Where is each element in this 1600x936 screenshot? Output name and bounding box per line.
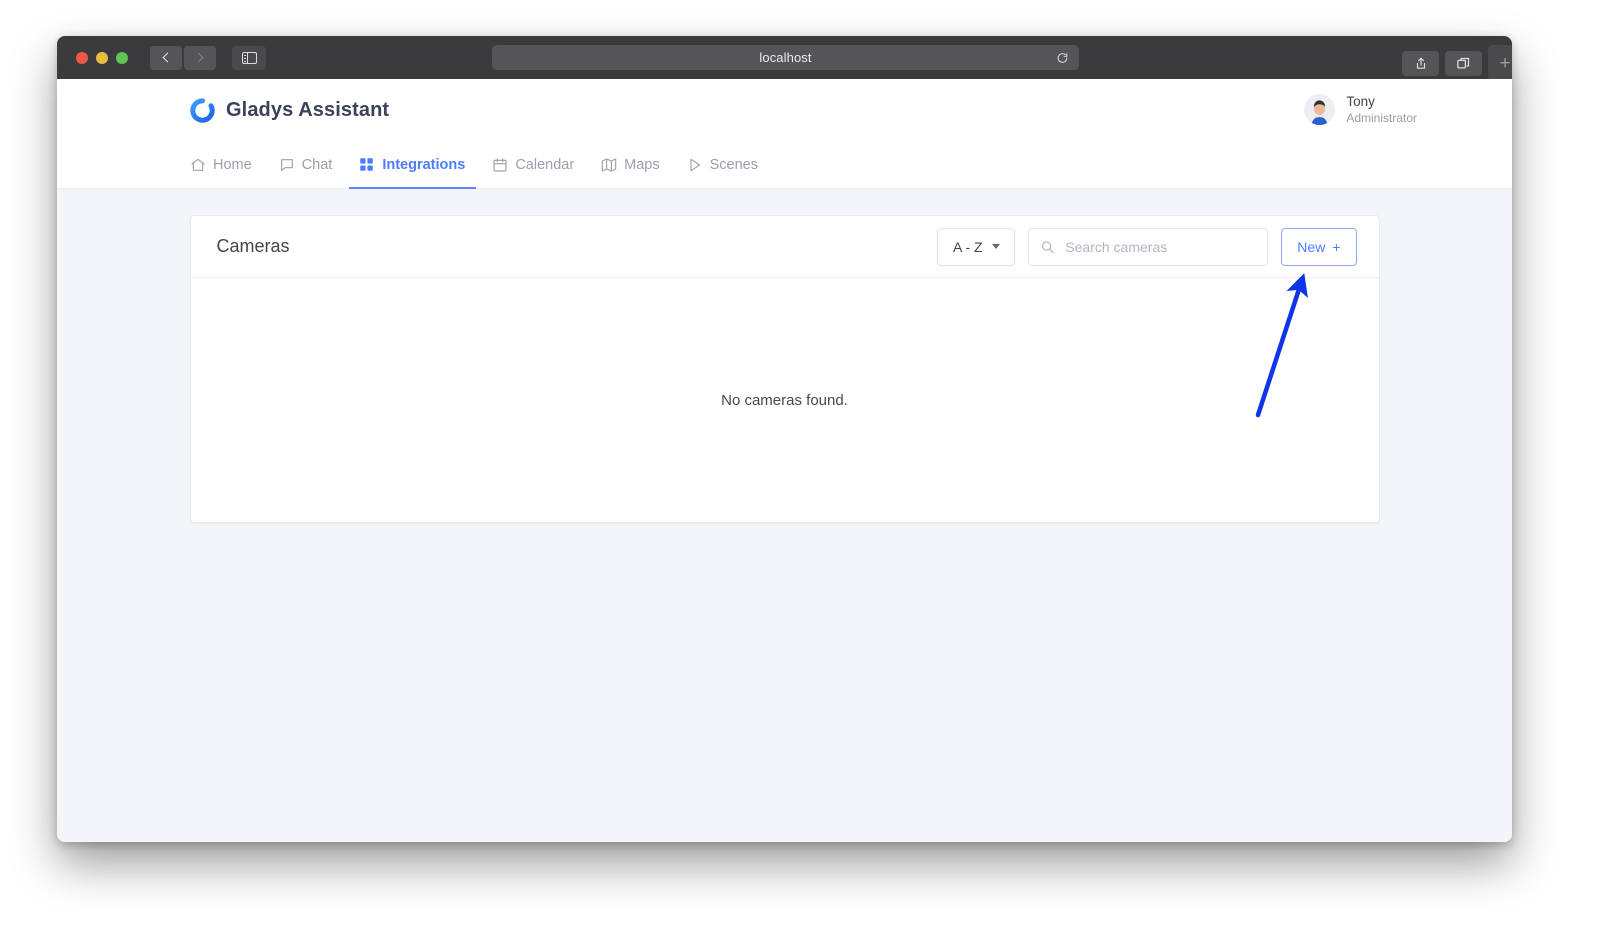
nav-label-integrations: Integrations [382,157,465,173]
tab-overview-icon [1456,56,1471,71]
brand-name: Gladys Assistant [226,99,389,122]
page-content: Cameras A - Z Ne [57,189,1512,523]
address-bar[interactable]: localhost [492,45,1079,70]
main-navigation: Home Chat Integrations [57,141,1512,189]
play-triangle-icon [687,157,703,173]
share-icon [1414,56,1428,71]
nav-label-scenes: Scenes [710,157,758,173]
nav-item-scenes[interactable]: Scenes [687,141,758,188]
search-icon [1040,239,1055,254]
chevron-left-icon [163,53,173,63]
gladys-logo-icon [190,98,215,123]
map-icon [601,157,617,173]
sort-order-select[interactable]: A - Z [937,228,1015,266]
window-traffic-lights [76,52,128,64]
brand[interactable]: Gladys Assistant [190,98,389,123]
cameras-empty-state: No cameras found. [191,278,1379,522]
calendar-icon [492,157,508,173]
home-icon [190,157,206,173]
nav-label-chat: Chat [302,157,333,173]
back-button[interactable] [150,46,182,70]
nav-label-home: Home [213,157,252,173]
app-header: Gladys Assistant Tony Administrator [57,79,1512,141]
search-input[interactable] [1029,229,1267,265]
cameras-card: Cameras A - Z Ne [190,215,1380,523]
browser-nav-buttons [150,46,216,70]
nav-item-integrations[interactable]: Integrations [359,141,465,188]
address-bar-text: localhost [759,50,811,65]
user-name: Tony [1346,94,1417,111]
user-menu[interactable]: Tony Administrator [1304,94,1417,126]
nav-label-maps: Maps [624,157,659,173]
new-camera-button[interactable]: New + [1281,228,1356,266]
cameras-card-header: Cameras A - Z Ne [191,216,1379,278]
app-viewport: Gladys Assistant Tony Administrator [57,79,1512,842]
minimize-window-button[interactable] [96,52,108,64]
nav-label-calendar: Calendar [515,157,574,173]
sidebar-toggle-button[interactable] [232,46,266,70]
new-camera-label: New [1297,239,1325,255]
share-button[interactable] [1402,51,1439,76]
tab-overview-button[interactable] [1445,51,1482,76]
grid-icon [359,157,375,173]
nav-item-home[interactable]: Home [190,141,252,188]
maximize-window-button[interactable] [116,52,128,64]
chat-bubble-icon [279,157,295,173]
sort-order-value: A - Z [953,239,983,255]
empty-state-message: No cameras found. [721,392,848,409]
chevron-down-icon [992,244,1000,249]
cameras-card-tools: A - Z New + [937,228,1356,266]
reload-icon[interactable] [1056,51,1069,64]
page-title: Cameras [217,236,290,257]
browser-window: localhost + [57,36,1512,842]
new-tab-button[interactable]: + [1488,45,1512,81]
close-window-button[interactable] [76,52,88,64]
nav-item-chat[interactable]: Chat [279,141,333,188]
user-role: Administrator [1346,111,1417,126]
browser-toolbar-right: + [1402,45,1502,81]
plus-icon: + [1499,54,1510,73]
sidebar-toggle-icon [242,52,257,64]
user-avatar-icon [1304,95,1335,126]
forward-button[interactable] [184,46,216,70]
nav-item-maps[interactable]: Maps [601,141,659,188]
chevron-right-icon [194,53,204,63]
user-meta: Tony Administrator [1346,94,1417,126]
nav-item-calendar[interactable]: Calendar [492,141,574,188]
search-cameras-wrapper [1028,228,1268,266]
plus-icon: + [1332,239,1340,255]
browser-titlebar: localhost + [57,36,1512,79]
avatar [1304,95,1335,126]
